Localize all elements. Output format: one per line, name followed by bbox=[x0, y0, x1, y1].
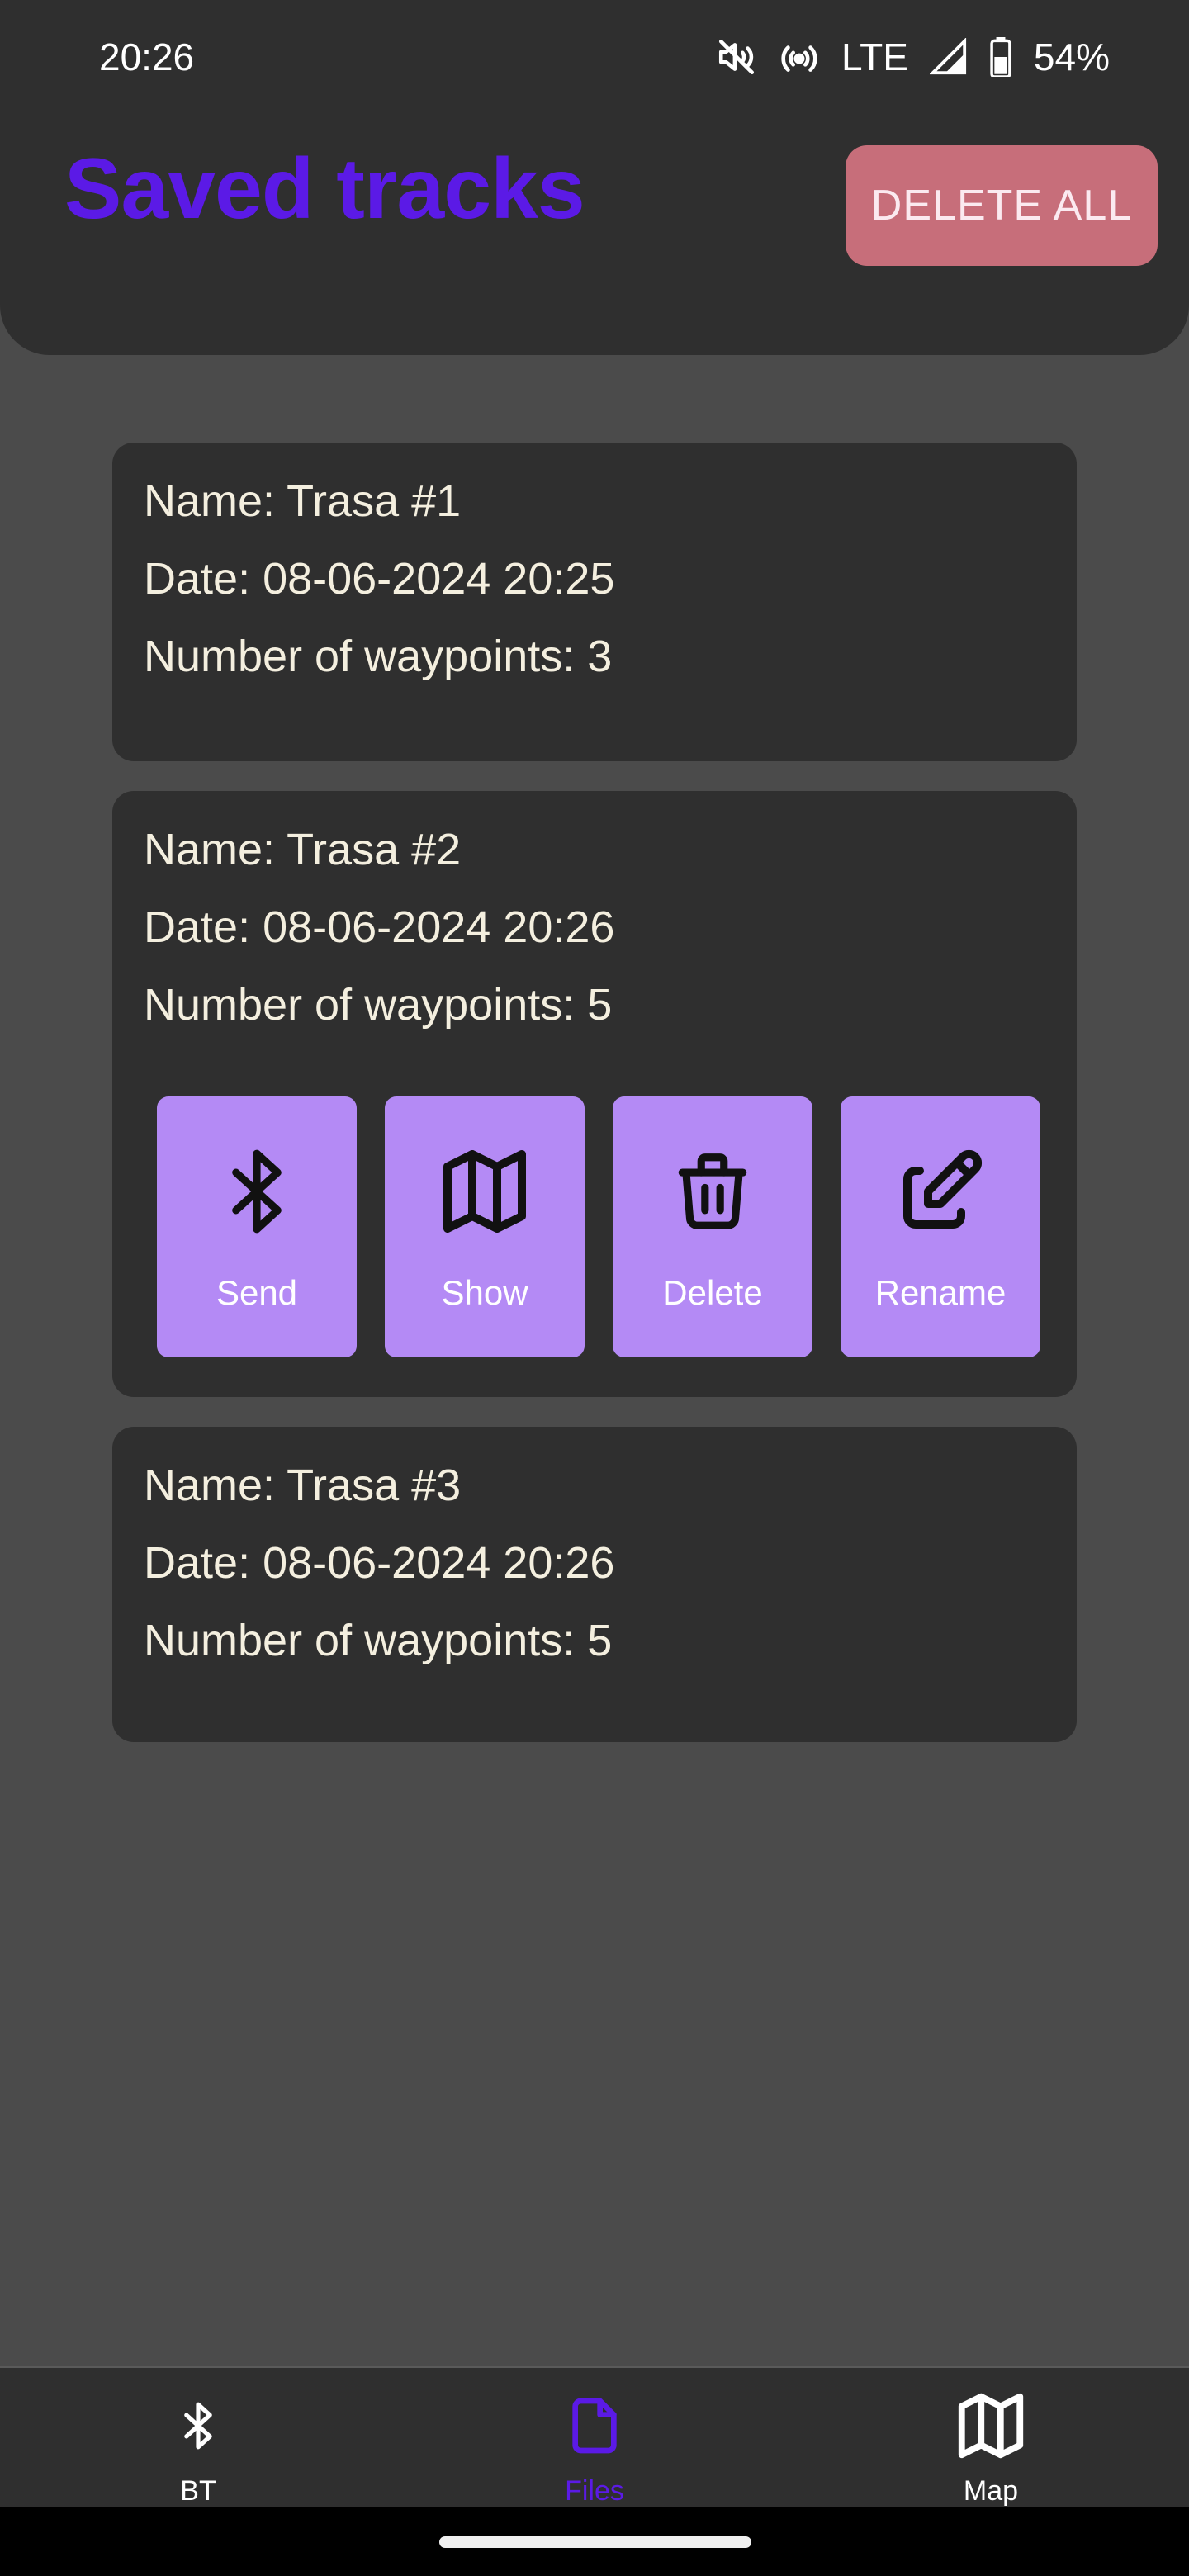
show-button[interactable]: Show bbox=[385, 1096, 585, 1357]
track-name: Name: Trasa #3 bbox=[144, 1461, 462, 1510]
track-actions: Send Show Delete Rename bbox=[157, 1096, 1040, 1357]
bluetooth-icon bbox=[157, 1138, 357, 1245]
nav-label-files: Files bbox=[565, 2475, 624, 2507]
mute-icon bbox=[716, 36, 757, 78]
hotspot-icon bbox=[779, 36, 820, 78]
track-card[interactable]: Name: Trasa #3 Date: 08-06-2024 20:26 Nu… bbox=[112, 1427, 1077, 1742]
delete-all-button[interactable]: DELETE ALL bbox=[846, 145, 1158, 266]
nav-item-map[interactable]: Map bbox=[900, 2368, 1082, 2508]
track-name: Name: Trasa #1 bbox=[144, 476, 462, 526]
track-waypoints: Number of waypoints: 5 bbox=[144, 1616, 613, 1665]
bottom-nav: BT Files Map bbox=[0, 2366, 1189, 2507]
track-waypoints: Number of waypoints: 5 bbox=[144, 980, 613, 1030]
map-icon bbox=[900, 2384, 1082, 2467]
nav-label-bt: BT bbox=[180, 2475, 216, 2507]
edit-icon bbox=[841, 1138, 1040, 1245]
battery-icon bbox=[989, 37, 1012, 77]
track-date: Date: 08-06-2024 20:26 bbox=[144, 1538, 615, 1588]
rename-label: Rename bbox=[874, 1273, 1007, 1312]
bluetooth-icon bbox=[107, 2384, 289, 2467]
nav-item-files[interactable]: Files bbox=[504, 2368, 685, 2508]
show-label: Show bbox=[441, 1273, 528, 1312]
file-icon bbox=[504, 2384, 685, 2467]
gesture-area bbox=[0, 2507, 1189, 2576]
track-card[interactable]: Name: Trasa #2 Date: 08-06-2024 20:26 Nu… bbox=[112, 791, 1077, 1397]
delete-button[interactable]: Delete bbox=[613, 1096, 812, 1357]
track-card[interactable]: Name: Trasa #1 Date: 08-06-2024 20:25 Nu… bbox=[112, 443, 1077, 761]
delete-label: Delete bbox=[662, 1273, 763, 1312]
page-title: Saved tracks bbox=[64, 141, 585, 237]
send-label: Send bbox=[216, 1273, 298, 1312]
track-waypoints: Number of waypoints: 3 bbox=[144, 632, 613, 681]
app-header: 20:26 LTE 54% Saved tracks DELETE ALL bbox=[0, 0, 1189, 355]
rename-button[interactable]: Rename bbox=[841, 1096, 1040, 1357]
home-gesture-bar[interactable] bbox=[439, 2536, 751, 2548]
send-button[interactable]: Send bbox=[157, 1096, 357, 1357]
status-icons: LTE 54% bbox=[716, 35, 1110, 79]
trash-icon bbox=[613, 1138, 812, 1245]
track-date: Date: 08-06-2024 20:25 bbox=[144, 554, 615, 604]
nav-label-map: Map bbox=[963, 2475, 1019, 2507]
signal-icon bbox=[929, 38, 968, 76]
status-time: 20:26 bbox=[99, 36, 195, 78]
track-name: Name: Trasa #2 bbox=[144, 825, 462, 874]
battery-percent: 54% bbox=[1033, 36, 1110, 78]
track-date: Date: 08-06-2024 20:26 bbox=[144, 902, 615, 952]
network-type: LTE bbox=[841, 36, 908, 78]
map-icon bbox=[385, 1138, 585, 1245]
nav-item-bt[interactable]: BT bbox=[107, 2368, 289, 2508]
